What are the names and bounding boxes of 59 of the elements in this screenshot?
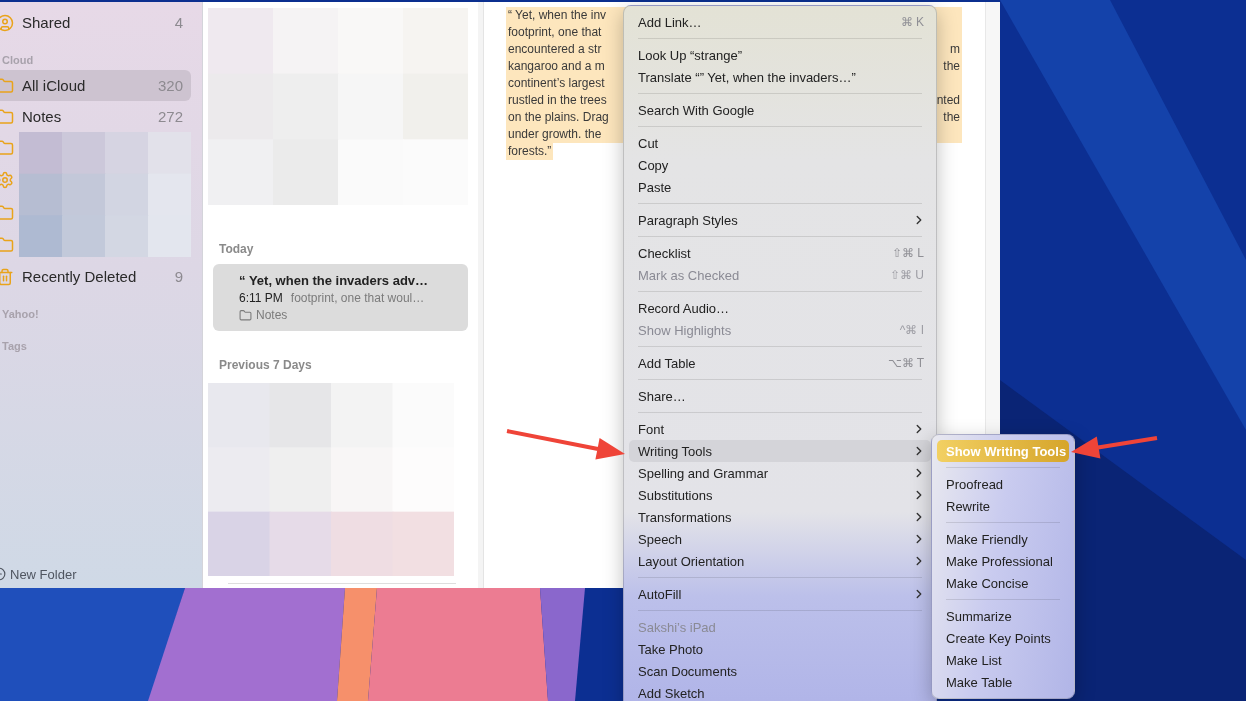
- menu-item[interactable]: Writing Tools: [629, 440, 931, 462]
- menu-item[interactable]: Copy: [629, 154, 931, 176]
- folder-icon: [0, 235, 14, 254]
- shortcut-label: ⌥⌘ T: [887, 356, 924, 370]
- menu-item[interactable]: Substitutions: [629, 484, 931, 506]
- menu-item[interactable]: Speech: [629, 528, 931, 550]
- note-preview: footprint, one that woul…: [290, 290, 425, 307]
- gear-icon: [0, 171, 14, 190]
- folder-name: Shared: [22, 14, 72, 31]
- shortcut-label: ^⌘ I: [899, 323, 924, 337]
- menu-item[interactable]: Font: [629, 418, 931, 440]
- menu-item[interactable]: Create Key Points: [937, 627, 1069, 649]
- note-count: 4: [174, 14, 183, 31]
- folder-name: All iCloud: [22, 77, 87, 94]
- folder-icon: [0, 107, 14, 126]
- menu-item[interactable]: AutoFill: [629, 583, 931, 605]
- trash-icon: [0, 267, 14, 286]
- folder-icon: [0, 203, 14, 222]
- note-count: 320: [157, 77, 183, 94]
- folder-name: Notes: [22, 108, 63, 125]
- note-title: “ Yet, when the invaders adv…: [239, 272, 430, 289]
- menu-item[interactable]: Layout Orientation: [629, 550, 931, 572]
- menu-item[interactable]: Summarize: [937, 605, 1069, 627]
- menu-item[interactable]: Spelling and Grammar: [629, 462, 931, 484]
- sidebar-item[interactable]: Notes 272: [0, 101, 191, 132]
- note-card[interactable]: “ Yet, when the invaders adv… 6:11 PM footprint, one that woul… Notes: [213, 264, 468, 331]
- menu-item[interactable]: Add Table ⌥⌘ T: [629, 352, 931, 374]
- shortcut-label: ⇧⌘ L: [892, 246, 924, 260]
- sidebar-item[interactable]: Recently Deleted 9: [0, 261, 191, 292]
- sidebar-item[interactable]: Shared 4: [0, 7, 191, 38]
- folder-icon: [239, 309, 252, 322]
- menu-item[interactable]: Transformations: [629, 506, 931, 528]
- menu-item[interactable]: Add Sketch: [629, 682, 931, 701]
- person-icon: [0, 13, 14, 32]
- folder-icon: [0, 139, 14, 158]
- menu-item[interactable]: Take Photo: [629, 638, 931, 660]
- menu-item[interactable]: Paragraph Styles: [629, 209, 931, 231]
- menu-item[interactable]: Paste: [629, 176, 931, 198]
- menu-item[interactable]: Checklist ⇧⌘ L: [629, 242, 931, 264]
- note-count: 272: [157, 108, 183, 125]
- section-label: Cloud: [2, 53, 34, 68]
- highlighted-text: forests.”: [506, 143, 554, 160]
- shortcut-label: ⇧⌘ U: [890, 268, 924, 282]
- group-header: Today: [218, 241, 255, 257]
- new-folder-link[interactable]: New Folder: [10, 566, 77, 582]
- folder-name: Recently Deleted: [22, 268, 138, 285]
- group-header: Previous 7 Days: [218, 357, 313, 373]
- note-count: 9: [174, 268, 183, 285]
- note-time: 6:11 PM: [239, 290, 283, 307]
- menu-item[interactable]: Share…: [629, 385, 931, 407]
- folder-icon: [0, 76, 14, 95]
- menu-item[interactable]: Make Table: [937, 671, 1069, 693]
- sidebar-item[interactable]: All iCloud 320: [0, 70, 191, 101]
- note-folder: Notes: [256, 307, 288, 324]
- section-label: Tags: [2, 339, 27, 354]
- menu-item[interactable]: Make List: [937, 649, 1069, 671]
- menu-item[interactable]: Record Audio…: [629, 297, 931, 319]
- menu-item[interactable]: Scan Documents: [629, 660, 931, 682]
- section-label: Yahoo!: [2, 307, 39, 322]
